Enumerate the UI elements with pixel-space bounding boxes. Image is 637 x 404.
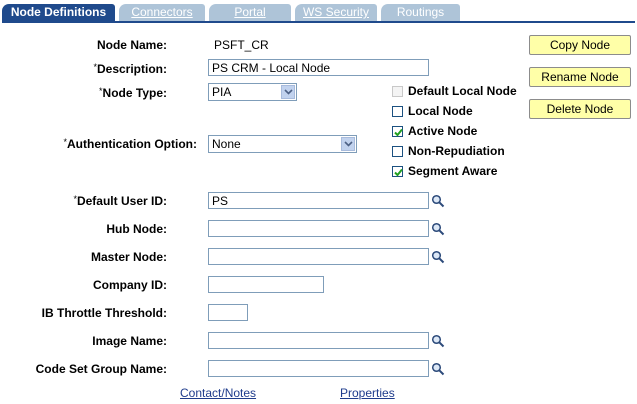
auth-option-select[interactable]: None [208, 135, 357, 153]
code-set-group-label: Code Set Group Name: [35, 362, 167, 376]
default-user-id-label-text: Default User ID: [76, 194, 167, 208]
contact-notes-link[interactable]: Contact/Notes [180, 386, 256, 400]
checkbox-box[interactable] [392, 86, 403, 97]
tab-ws-security[interactable]: WS Security [295, 4, 377, 21]
node-name-label: Node Name: [96, 38, 167, 52]
throttle-threshold-label: IB Throttle Threshold: [41, 306, 167, 320]
image-name-label: Image Name: [92, 334, 167, 348]
delete-node-button[interactable]: Delete Node [529, 99, 631, 119]
check-icon [394, 128, 403, 137]
magnifier-icon[interactable] [431, 334, 445, 348]
tab-label: Routings [396, 5, 445, 19]
copy-node-button[interactable]: Copy Node [529, 35, 631, 55]
tab-node-definitions[interactable]: Node Definitions [2, 4, 115, 21]
tab-underline [2, 21, 635, 23]
node-type-label: *Node Type: [99, 86, 167, 100]
properties-link[interactable]: Properties [340, 386, 395, 400]
auth-option-label: *Authentication Option: [64, 137, 198, 151]
image-name-input[interactable] [208, 332, 429, 349]
magnifier-icon[interactable] [431, 222, 445, 236]
checkbox-label: Default Local Node [408, 84, 517, 98]
hub-node-label: Hub Node: [106, 222, 167, 236]
master-node-label: Master Node: [90, 250, 167, 264]
checkbox-label: Local Node [408, 104, 473, 118]
throttle-threshold-input[interactable] [208, 304, 248, 321]
chevron-down-icon[interactable] [341, 137, 355, 151]
node-type-select[interactable]: PIA [208, 83, 297, 101]
rename-node-button[interactable]: Rename Node [529, 67, 631, 87]
auth-option-label-text: Authentication Option: [67, 137, 197, 151]
checkbox-label: Active Node [408, 124, 478, 138]
description-label: *Description: [93, 62, 167, 76]
tab-label: WS Security [302, 5, 369, 19]
tab-label: Connectors [131, 5, 193, 19]
tab-label: Node Definitions [10, 5, 107, 19]
tab-routings[interactable]: Routings [381, 4, 460, 21]
default-user-id-input[interactable]: PS [208, 192, 429, 209]
check-icon [394, 168, 403, 177]
hub-node-input[interactable] [208, 220, 429, 237]
tab-connectors[interactable]: Connectors [119, 4, 205, 21]
magnifier-icon[interactable] [431, 194, 445, 208]
description-label-text: Description: [96, 62, 167, 76]
magnifier-icon[interactable] [431, 362, 445, 376]
node-type-value: PIA [212, 85, 232, 99]
chevron-down-icon[interactable] [281, 85, 295, 99]
description-input[interactable]: PS CRM - Local Node [208, 59, 429, 76]
auth-option-value: None [212, 137, 241, 151]
default-user-id-label: *Default User ID: [73, 194, 167, 208]
node-type-label-text: Node Type: [102, 86, 167, 100]
checkbox-box[interactable] [392, 166, 403, 177]
master-node-input[interactable] [208, 248, 429, 265]
checkbox-label: Non-Repudiation [408, 144, 505, 158]
code-set-group-input[interactable] [208, 360, 429, 377]
tab-label: Portal [234, 5, 266, 19]
company-id-input[interactable] [208, 276, 324, 293]
checkbox-box[interactable] [392, 106, 403, 117]
checkbox-box[interactable] [392, 126, 403, 137]
tab-portal[interactable]: Portal [209, 4, 291, 21]
node-name-value: PSFT_CR [214, 38, 269, 52]
checkbox-box[interactable] [392, 146, 403, 157]
magnifier-icon[interactable] [431, 250, 445, 264]
checkbox-label: Segment Aware [408, 164, 498, 178]
company-id-label: Company ID: [92, 278, 167, 292]
